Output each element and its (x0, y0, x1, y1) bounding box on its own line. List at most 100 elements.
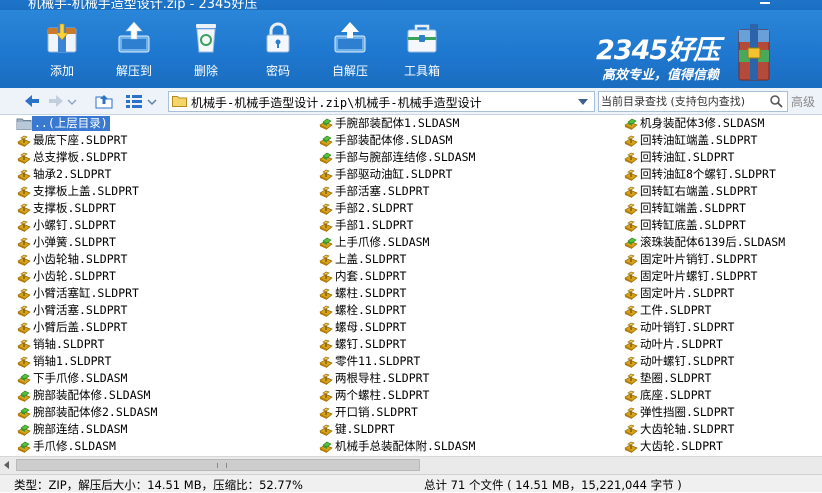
add-button[interactable]: 添加 (30, 10, 94, 88)
toolbox-button[interactable]: 工具箱 (390, 10, 454, 88)
file-item[interactable]: 销轴.SLDPRT (16, 336, 306, 353)
file-name: 回转缸右端盖.SLDPRT (640, 184, 758, 198)
file-item[interactable]: 轴承2.SLDPRT (16, 166, 306, 183)
part-file-icon (318, 405, 334, 420)
file-item[interactable]: 两根导柱.SLDPRT (318, 370, 608, 387)
file-name: 总支撑板.SLDPRT (33, 150, 128, 164)
file-name: 腕部连结.SLDASM (33, 422, 128, 436)
file-item[interactable]: 垫圈.SLDPRT (623, 370, 822, 387)
assembly-file-icon (16, 439, 32, 454)
file-item[interactable]: 固定叶片.SLDPRT (623, 285, 822, 302)
minimize-button[interactable] (756, 0, 774, 8)
file-item[interactable]: 两个螺柱.SLDPRT (318, 387, 608, 404)
back-button[interactable] (22, 91, 42, 111)
file-item[interactable]: 工件.SLDPRT (623, 302, 822, 319)
file-item[interactable]: 小臂后盖.SLDPRT (16, 319, 306, 336)
file-item[interactable]: 开口销.SLDPRT (318, 404, 608, 421)
file-item[interactable]: 内套.SLDPRT (318, 268, 608, 285)
file-item[interactable]: 腕部装配体修.SLDASM (16, 387, 306, 404)
view-mode-dropdown[interactable] (146, 91, 158, 111)
file-item[interactable]: 支撑板.SLDPRT (16, 200, 306, 217)
file-item[interactable]: 最底下座.SLDPRT (16, 132, 306, 149)
close-button[interactable] (800, 0, 818, 8)
toolbox-icon (407, 24, 437, 53)
file-item[interactable]: 键.SLDPRT (318, 421, 608, 438)
view-mode-button[interactable] (124, 91, 144, 111)
file-item[interactable]: 回转缸底盖.SLDPRT (623, 217, 822, 234)
address-path: 机械手-机械手造型设计.zip\机械手-机械手造型设计 (191, 96, 482, 110)
file-item[interactable]: 小齿轮.SLDPRT (16, 268, 306, 285)
part-file-icon (16, 320, 32, 335)
advanced-search-link[interactable]: 高级 (791, 93, 815, 110)
file-item[interactable]: 底座.SLDPRT (623, 387, 822, 404)
horizontal-scrollbar[interactable] (0, 456, 822, 474)
chevron-down-icon (67, 99, 77, 106)
file-item[interactable]: 大齿轮轴.SLDPRT (623, 421, 822, 438)
file-name: 手部活塞.SLDPRT (335, 184, 430, 198)
file-item[interactable]: 螺柱.SLDPRT (318, 285, 608, 302)
file-item[interactable]: 固定叶片螺钉.SLDPRT (623, 268, 822, 285)
forward-button[interactable] (46, 91, 66, 111)
file-item[interactable]: 回转油缸8个螺钉.SLDPRT (623, 166, 822, 183)
file-item[interactable]: 小螺钉.SLDPRT (16, 217, 306, 234)
file-item[interactable]: 螺母.SLDPRT (318, 319, 608, 336)
up-folder-button[interactable] (94, 91, 114, 111)
file-item[interactable]: 回转油缸.SLDPRT (623, 149, 822, 166)
file-item[interactable]: 小齿轮轴.SLDPRT (16, 251, 306, 268)
file-name: 螺母.SLDPRT (335, 320, 407, 334)
file-item[interactable]: 上手爪修.SLDASM (318, 234, 608, 251)
file-item[interactable]: 回转缸端盖.SLDPRT (623, 200, 822, 217)
part-file-icon (623, 286, 639, 301)
file-item[interactable]: 动叶销钉.SLDPRT (623, 319, 822, 336)
file-item[interactable]: 滚珠装配体6139后.SLDASM (623, 234, 822, 251)
file-item[interactable]: 上盖.SLDPRT (318, 251, 608, 268)
file-item[interactable]: 螺钉.SLDPRT (318, 336, 608, 353)
file-item[interactable]: 手爪修.SLDASM (16, 438, 306, 455)
file-item[interactable]: 手部活塞.SLDPRT (318, 183, 608, 200)
address-bar[interactable]: 机械手-机械手造型设计.zip\机械手-机械手造型设计 (168, 91, 595, 112)
file-item[interactable]: 总支撑板.SLDPRT (16, 149, 306, 166)
file-item[interactable]: 弹性挡圈.SLDPRT (623, 404, 822, 421)
file-item[interactable]: 手部1.SLDPRT (318, 217, 608, 234)
delete-button[interactable]: 删除 (174, 10, 238, 88)
file-item[interactable]: 零件11.SLDPRT (318, 353, 608, 370)
file-item[interactable]: 小弹簧.SLDPRT (16, 234, 306, 251)
scrollbar-thumb[interactable] (16, 459, 420, 471)
file-item[interactable]: 大齿轮.SLDPRT (623, 438, 822, 455)
file-name: 手部驱动油缸.SLDPRT (335, 167, 453, 181)
file-item[interactable]: 手部与腕部连结修.SLDASM (318, 149, 608, 166)
file-item[interactable]: 腕部装配体修2.SLDASM (16, 404, 306, 421)
file-item[interactable]: 支撑板上盖.SLDPRT (16, 183, 306, 200)
search-icon[interactable] (769, 94, 783, 108)
self-extract-button[interactable]: 自解压 (318, 10, 382, 88)
file-item[interactable]: 回转缸右端盖.SLDPRT (623, 183, 822, 200)
parent-directory-item[interactable]: ..(上层目录) (16, 115, 306, 132)
file-item[interactable]: 小臂活塞缸.SLDPRT (16, 285, 306, 302)
extract-to-button[interactable]: 解压到 (102, 10, 166, 88)
file-item[interactable]: 机身装配体3修.SLDASM (623, 115, 822, 132)
file-item[interactable]: 手部装配体修.SLDASM (318, 132, 608, 149)
file-name: 腕部装配体修.SLDASM (33, 388, 151, 402)
list-view-icon (126, 95, 142, 108)
file-item[interactable]: 固定叶片销钉.SLDPRT (623, 251, 822, 268)
file-item[interactable]: 手部驱动油缸.SLDPRT (318, 166, 608, 183)
file-item[interactable]: 动叶螺钉.SLDPRT (623, 353, 822, 370)
password-button[interactable]: 密码 (246, 10, 310, 88)
file-item[interactable]: 手腕部装配体1.SLDASM (318, 115, 608, 132)
file-item[interactable]: 回转油缸端盖.SLDPRT (623, 132, 822, 149)
file-item[interactable]: 小臂活塞.SLDPRT (16, 302, 306, 319)
history-dropdown[interactable] (66, 91, 78, 111)
file-name: 下手爪修.SLDASM (33, 371, 128, 385)
file-item[interactable]: 下手爪修.SLDASM (16, 370, 306, 387)
address-dropdown-icon[interactable] (578, 99, 588, 105)
search-input[interactable] (601, 93, 761, 109)
file-item[interactable]: 腕部连结.SLDASM (16, 421, 306, 438)
file-item[interactable]: 螺栓.SLDPRT (318, 302, 608, 319)
file-item[interactable]: 动叶片.SLDPRT (623, 336, 822, 353)
file-item[interactable]: 手部2.SLDPRT (318, 200, 608, 217)
brand-name: 2345好压 (596, 35, 720, 66)
file-item[interactable]: 销轴1.SLDPRT (16, 353, 306, 370)
scroll-left-icon[interactable] (4, 461, 9, 469)
part-file-icon (16, 286, 32, 301)
file-item[interactable]: 机械手总装配体附.SLDASM (318, 438, 608, 455)
